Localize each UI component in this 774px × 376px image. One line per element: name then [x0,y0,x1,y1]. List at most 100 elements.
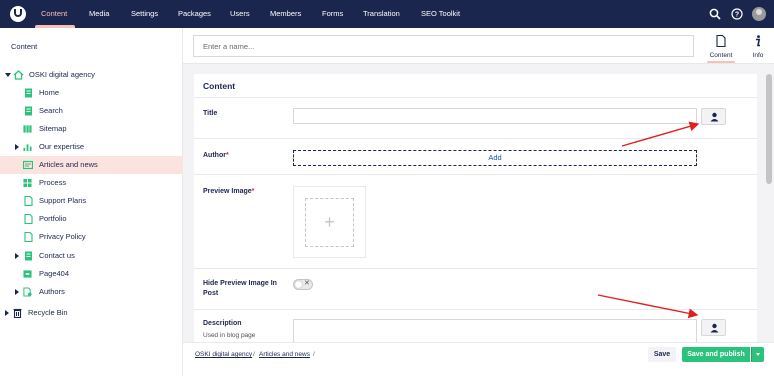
required-marker: * [225,152,229,159]
hide-preview-image-label: Hide Preview Image In Post [203,280,277,297]
breadcrumb-articles-and-news[interactable]: Articles and news [259,351,310,358]
nav-packages[interactable]: Packages [178,0,211,28]
divider [194,174,757,175]
scrollbar-thumb[interactable] [766,74,772,184]
preview-image-label: Preview Image* [203,187,254,197]
tree-item-home[interactable]: Home [0,84,183,102]
svg-text:?: ? [735,12,739,19]
user-icon [710,112,719,122]
nav-users[interactable]: Users [230,0,250,28]
breadcrumb-separator: / [313,351,315,358]
breadcrumb-oski-digital-agency[interactable]: OSKI digital agency [195,351,252,358]
news-icon [23,160,33,170]
publish-options-button[interactable] [751,347,764,362]
tree-item-label: Sitemap [39,124,67,133]
home-icon [13,70,24,80]
box-icon [23,270,32,278]
tree-item-contact-us[interactable]: Contact us [0,247,183,265]
divider [194,138,757,139]
node-name-input[interactable] [193,35,694,57]
tree-item-support-plans[interactable]: Support Plans [0,192,183,210]
caret-right-icon[interactable] [15,289,19,295]
author-label: Author* [203,151,229,161]
description-help-text: Used in blog page [203,332,256,339]
tree-item-label: Our expertise [39,142,85,151]
info-icon [756,35,761,47]
hide-preview-toggle[interactable]: ✕ [293,279,313,290]
nav-forms[interactable]: Forms [322,0,343,28]
title-input[interactable] [293,108,697,124]
close-icon: ✕ [304,280,310,287]
user-icon [710,323,719,333]
editor-footer: OSKI digital agency / Articles and news … [183,342,774,376]
divider [194,97,757,98]
tree-item-page404[interactable]: Page404 [0,265,183,283]
tree-item-label: Portfolio [39,214,67,223]
authors-icon [23,287,32,297]
breadcrumb-separator: / [253,351,255,358]
page-icon [24,214,33,224]
tree-item-label: Articles and news [39,160,98,169]
tab-info-label: Info [752,52,764,59]
title-author-button[interactable] [701,108,726,125]
tree-item-label: Page404 [39,269,70,278]
nav-members[interactable]: Members [270,0,301,28]
page-icon [25,251,32,261]
nav-content[interactable]: Content [41,0,67,28]
author-add-button[interactable]: Add [293,150,697,166]
tree-item-authors[interactable]: Authors [0,283,183,301]
tree-item-label: Process [39,178,67,187]
editor-scrollbar[interactable] [766,64,772,344]
tree-item-sitemap[interactable]: Sitemap [0,120,183,138]
panel-title: Content [203,81,236,91]
tree-item-label: Contact us [39,251,75,260]
toggle-knob [295,281,302,288]
tree-item-label: Home [39,88,60,97]
caret-down-icon[interactable] [5,73,11,77]
tree-item-portfolio[interactable]: Portfolio [0,210,183,228]
preview-image-label-text: Preview Image [203,188,252,195]
tree-item-label: Search [39,106,63,115]
description-author-button[interactable] [701,319,726,336]
description-input[interactable] [293,319,697,343]
nav-settings[interactable]: Settings [131,0,158,28]
help-icon[interactable]: ? [731,8,743,20]
tree-item-label: Support Plans [39,196,87,205]
chart-icon [23,144,32,152]
divider [194,268,757,269]
caret-right-icon[interactable] [5,310,9,316]
preview-image-picker[interactable]: + [293,186,366,258]
tree-item-recycle-bin[interactable]: Recycle Bin [0,304,183,322]
save-button[interactable]: Save [648,347,676,362]
caret-right-icon[interactable] [15,253,19,259]
page-icon [24,232,33,242]
nav-seo-toolkit[interactable]: SEO Toolkit [421,0,460,28]
avatar[interactable] [752,7,766,21]
caret-right-icon[interactable] [15,144,19,150]
tree-item-privacy-policy[interactable]: Privacy Policy [0,228,183,246]
plus-icon[interactable]: + [305,198,354,247]
tab-info[interactable]: Info [743,31,773,61]
tab-content-label: Content [709,52,733,59]
search-icon[interactable] [709,8,721,20]
tree-item-oski-digital-agency[interactable]: OSKI digital agency [0,66,183,84]
tree-item-search[interactable]: Search [0,102,183,120]
nav-media[interactable]: Media [89,0,109,28]
grid-icon [23,178,32,188]
sitemap-icon [23,125,32,133]
tree-item-articles-and-news[interactable]: Articles and news [0,156,183,174]
save-and-publish-button[interactable]: Save and publish [682,347,750,362]
document-icon [716,35,726,47]
nav-translation[interactable]: Translation [363,0,400,28]
editor-header: Content Info [183,28,774,64]
top-navigation-bar: Content Media Settings Packages Users Me… [0,0,774,28]
tab-content[interactable]: Content [706,31,736,63]
sidebar-title: Content [11,42,38,51]
author-label-text: Author [203,152,226,159]
tree-item-our-expertise[interactable]: Our expertise [0,138,183,156]
divider [194,309,757,310]
umbraco-logo[interactable] [10,6,26,22]
page-icon [24,196,33,206]
tree-item-label: Authors [39,287,65,296]
tree-item-process[interactable]: Process [0,174,183,192]
